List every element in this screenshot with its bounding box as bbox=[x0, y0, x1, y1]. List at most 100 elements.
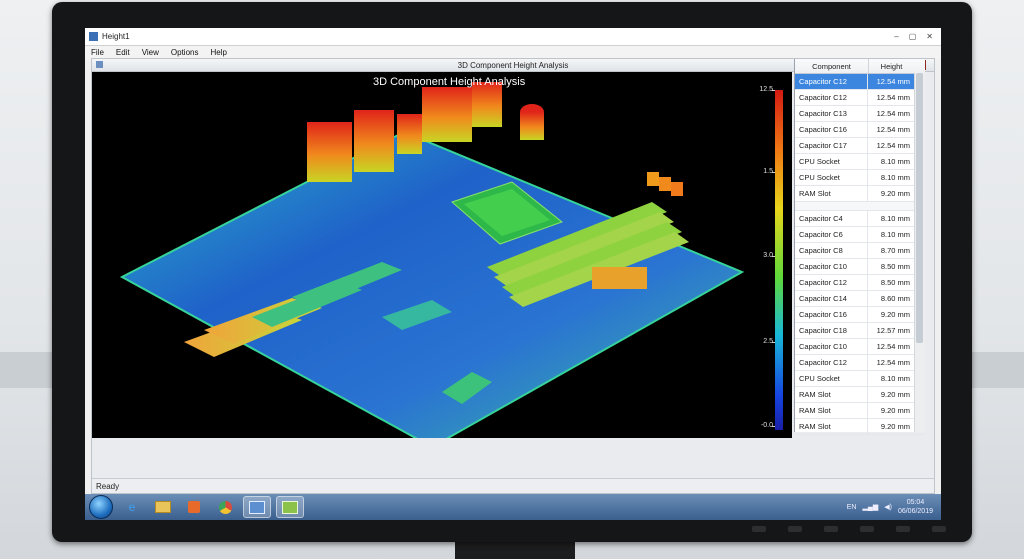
table-row[interactable]: Capacitor C12 12.54 mm bbox=[795, 74, 925, 90]
colorbar-tick-mark bbox=[772, 426, 775, 427]
monitor-button bbox=[788, 526, 802, 532]
table-row[interactable]: Capacitor C10 12.54 mm bbox=[795, 339, 925, 355]
menu-help[interactable]: Help bbox=[210, 48, 226, 57]
component-cell: RAM Slot bbox=[795, 387, 868, 402]
table-row[interactable]: CPU Socket 8.10 mm bbox=[795, 371, 925, 387]
column-header-component[interactable]: Component bbox=[795, 59, 869, 73]
height-cell: 12.54 mm bbox=[876, 358, 910, 367]
maximize-button[interactable]: ▢ bbox=[909, 32, 917, 41]
component-cell: Capacitor C12 bbox=[795, 355, 868, 370]
table-row[interactable]: Capacitor C4 8.10 mm bbox=[795, 211, 925, 227]
screen: Height1 – ▢ ✕ File Edit View Options Hel… bbox=[85, 28, 941, 520]
component-cell: Capacitor C12 bbox=[795, 90, 868, 105]
component-cell: CPU Socket bbox=[795, 170, 868, 185]
component-cell: Capacitor C10 bbox=[795, 339, 868, 354]
volume-icon[interactable]: ◀) bbox=[884, 503, 892, 511]
colorbar-tick-label: 1.5 bbox=[763, 168, 773, 175]
component-cell: Capacitor C6 bbox=[795, 227, 868, 242]
menu-view[interactable]: View bbox=[142, 48, 159, 57]
component-cell: Capacitor C4 bbox=[795, 211, 868, 226]
table-row[interactable]: RAM Slot 9.20 mm bbox=[795, 419, 925, 435]
menu-file[interactable]: File bbox=[91, 48, 104, 57]
menu-edit[interactable]: Edit bbox=[116, 48, 130, 57]
tall-capacitor bbox=[307, 122, 352, 182]
component-cell: Capacitor C17 bbox=[795, 138, 868, 153]
height-cell: 8.10 mm bbox=[880, 173, 910, 182]
table-row[interactable]: Capacitor C17 12.54 mm bbox=[795, 138, 925, 154]
table-row[interactable]: Capacitor C12 8.50 mm bbox=[795, 275, 925, 291]
column-header-height[interactable]: Height bbox=[869, 59, 914, 73]
language-indicator[interactable]: EN bbox=[847, 504, 857, 511]
close-button[interactable]: ✕ bbox=[926, 32, 933, 41]
table-row[interactable]: Capacitor C18 12.57 mm bbox=[795, 323, 925, 339]
scrollbar-thumb[interactable] bbox=[916, 73, 923, 343]
colorbar-tick-mark bbox=[772, 90, 775, 91]
monitor-button bbox=[932, 526, 946, 532]
monitor-button bbox=[896, 526, 910, 532]
colorbar-tick-mark bbox=[772, 342, 775, 343]
tall-capacitor bbox=[520, 112, 544, 140]
table-row[interactable]: Capacitor C10 8.50 mm bbox=[795, 259, 925, 275]
status-bar: Ready bbox=[92, 478, 934, 493]
colorbar-tick-label: 2.5 bbox=[763, 338, 773, 345]
height-cell: 9.20 mm bbox=[880, 406, 910, 415]
table-row[interactable]: Capacitor C16 9.20 mm bbox=[795, 307, 925, 323]
height-cell: 9.20 mm bbox=[880, 310, 910, 319]
table-row[interactable]: CPU Socket 8.10 mm bbox=[795, 170, 925, 186]
table-row[interactable]: Capacitor C16 12.54 mm bbox=[795, 122, 925, 138]
app-window: Height1 – ▢ ✕ File Edit View Options Hel… bbox=[85, 28, 941, 494]
component-cell: CPU Socket bbox=[795, 371, 868, 386]
capacitor bbox=[647, 172, 659, 186]
minimize-button[interactable]: – bbox=[894, 32, 898, 41]
table-row[interactable]: RAM Slot 9.20 mm bbox=[795, 186, 925, 202]
window-titlebar[interactable]: Height1 – ▢ ✕ bbox=[85, 28, 941, 46]
clock[interactable]: 05:04 06/06/2019 bbox=[898, 498, 933, 516]
monitor-bezel: Height1 – ▢ ✕ File Edit View Options Hel… bbox=[52, 2, 972, 542]
table-row[interactable]: Capacitor C13 12.54 mm bbox=[795, 106, 925, 122]
table-row[interactable]: Capacitor C12 12.54 mm bbox=[795, 90, 925, 106]
chrome-icon[interactable] bbox=[212, 497, 238, 517]
table-row[interactable]: RAM Slot 9.20 mm bbox=[795, 387, 925, 403]
network-icon[interactable]: ▂▄▆ bbox=[863, 503, 879, 511]
height-cell: 9.20 mm bbox=[880, 189, 910, 198]
analysis-app-icon[interactable] bbox=[243, 496, 271, 518]
power-connector bbox=[592, 267, 647, 289]
child-window-title: 3D Component Height Analysis bbox=[457, 60, 569, 70]
component-height-table[interactable]: Component Height Capacitor C12 12.54 mm Ca… bbox=[794, 59, 925, 435]
height-cell: 8.10 mm bbox=[880, 157, 910, 166]
status-text: Ready bbox=[96, 481, 120, 491]
colorbar-tick-label: 3.0 bbox=[763, 252, 773, 259]
monitor-button bbox=[752, 526, 766, 532]
internet-explorer-icon[interactable]: e bbox=[119, 497, 145, 517]
media-player-icon[interactable] bbox=[181, 497, 207, 517]
table-row[interactable]: Capacitor C12 12.54 mm bbox=[795, 355, 925, 371]
component-cell: Capacitor C10 bbox=[795, 259, 868, 274]
table-row[interactable]: Capacitor C6 8.10 mm bbox=[795, 227, 925, 243]
height-cell: 12.54 mm bbox=[876, 93, 910, 102]
height-cell: 12.57 mm bbox=[876, 326, 910, 335]
table-row[interactable]: Capacitor C8 8.70 mm bbox=[795, 243, 925, 259]
3d-viewport[interactable]: 3D Component Height Analysis 12.5 1.5 3.… bbox=[92, 72, 792, 438]
tall-capacitor bbox=[472, 82, 502, 127]
table-group-1: Capacitor C12 12.54 mm Capacitor C12 12.54 … bbox=[795, 74, 925, 202]
component-cell: Capacitor C16 bbox=[795, 307, 868, 322]
height-cell: 9.20 mm bbox=[880, 390, 910, 399]
capacitor bbox=[671, 182, 683, 196]
app-icon bbox=[89, 32, 98, 41]
file-explorer-icon[interactable] bbox=[150, 497, 176, 517]
menu-options[interactable]: Options bbox=[171, 48, 199, 57]
pcb-heightmap-render bbox=[119, 82, 745, 438]
viewport-title: 3D Component Height Analysis bbox=[373, 76, 526, 88]
child-window-icon bbox=[96, 61, 103, 68]
start-button[interactable] bbox=[89, 495, 113, 519]
clock-date: 06/06/2019 bbox=[897, 508, 933, 515]
table-row[interactable]: Capacitor C14 8.60 mm bbox=[795, 291, 925, 307]
height-cell: 8.10 mm bbox=[880, 374, 910, 383]
height-app-icon[interactable] bbox=[276, 496, 304, 518]
table-scrollbar[interactable] bbox=[914, 73, 925, 432]
height-cell: 12.54 mm bbox=[876, 342, 910, 351]
table-row[interactable]: CPU Socket 8.10 mm bbox=[795, 154, 925, 170]
height-cell: 12.54 mm bbox=[876, 77, 910, 86]
table-row[interactable]: RAM Slot 9.20 mm bbox=[795, 403, 925, 419]
colorbar-tick-mark bbox=[772, 172, 775, 173]
